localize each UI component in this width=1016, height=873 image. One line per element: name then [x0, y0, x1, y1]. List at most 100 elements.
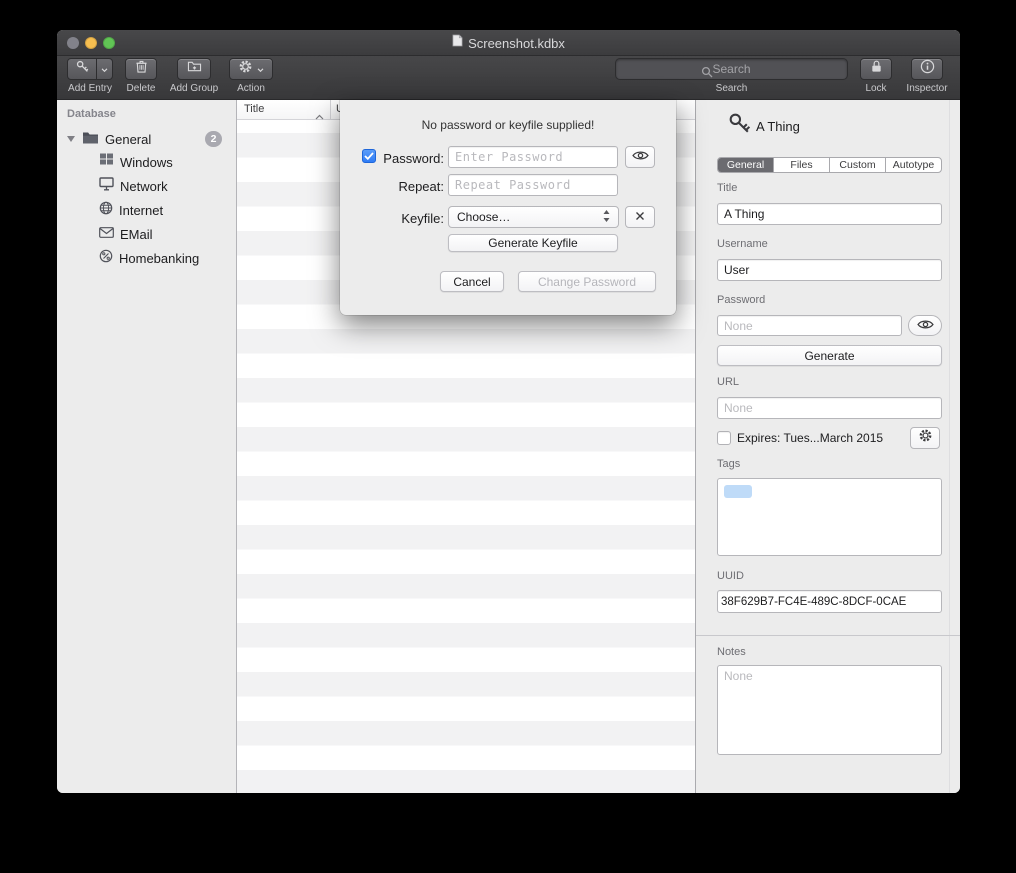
minimize-button[interactable] [85, 37, 97, 49]
url-input[interactable] [717, 397, 942, 419]
title-input[interactable] [717, 203, 942, 225]
sidebar-item-network[interactable]: Network [57, 174, 236, 198]
close-icon [635, 208, 645, 226]
inspector-divider [696, 635, 960, 636]
password-checkbox[interactable] [362, 149, 376, 163]
popup-stepper-icon [603, 210, 610, 225]
inspector-scrollbar-track[interactable] [949, 100, 950, 793]
change-password-button[interactable]: Change Password [518, 271, 656, 292]
title-field-label: Title [717, 182, 737, 194]
add-group-toolbar-item: Add Group [165, 58, 223, 94]
lock-label: Lock [856, 83, 896, 94]
generate-password-button[interactable]: Generate [717, 345, 942, 366]
search-toolbar-item: Search [615, 58, 848, 94]
username-input[interactable] [717, 259, 942, 281]
generate-label: Generate [804, 349, 854, 363]
change-password-sheet: No password or keyfile supplied! Passwor… [340, 100, 676, 315]
expires-label: Expires: Tues...March 2015 [737, 431, 883, 445]
notes-textarea[interactable] [717, 665, 942, 755]
info-icon [920, 59, 935, 79]
disclosure-triangle-icon[interactable] [67, 136, 75, 142]
search-input[interactable] [615, 58, 848, 80]
window-title: Screenshot.kdbx [468, 36, 565, 51]
uuid-field-label: UUID [717, 570, 744, 582]
lock-toolbar-item: Lock [856, 58, 896, 94]
action-toolbar-item: Action [227, 58, 275, 94]
key-icon [75, 59, 90, 79]
reveal-password-button[interactable] [908, 315, 942, 336]
keyfile-popup[interactable]: Choose… [448, 206, 619, 228]
inspector-label: Inspector [899, 83, 955, 94]
cancel-button[interactable]: Cancel [440, 271, 504, 292]
sidebar-item-email[interactable]: EMail [57, 222, 236, 246]
generate-keyfile-button[interactable]: Generate Keyfile [448, 234, 618, 252]
sheet-message: No password or keyfile supplied! [340, 118, 676, 132]
url-field-label: URL [717, 376, 739, 388]
homebanking-icon [99, 249, 113, 268]
gear-icon [238, 59, 253, 79]
sidebar-item-internet[interactable]: Internet [57, 198, 236, 222]
repeat-password-input[interactable] [448, 174, 618, 196]
expires-checkbox[interactable] [717, 431, 731, 445]
keyfile-field-label: Keyfile: [380, 211, 444, 226]
toolbar: Add Entry Delete Add Group Action Search [57, 56, 960, 100]
sidebar-section-header: Database [67, 108, 116, 120]
close-button[interactable] [67, 37, 79, 49]
cancel-label: Cancel [453, 275, 490, 289]
change-password-label: Change Password [538, 275, 636, 289]
password-input[interactable] [448, 146, 618, 168]
expires-settings-button[interactable] [910, 427, 940, 449]
zoom-button[interactable] [103, 37, 115, 49]
sidebar-item-label: Network [120, 179, 168, 194]
tab-custom[interactable]: Custom [830, 158, 886, 172]
add-entry-toolbar-item: Add Entry [65, 58, 115, 94]
add-group-icon [187, 60, 202, 78]
entry-title-heading: A Thing [756, 119, 800, 134]
sidebar: Database General 2 Windows Network Inter… [57, 100, 237, 793]
column-header-title[interactable]: Title [244, 103, 264, 115]
chevron-down-icon [101, 60, 108, 78]
check-icon [364, 147, 374, 165]
keyfile-popup-value: Choose… [457, 210, 510, 224]
sidebar-item-general[interactable]: General 2 [57, 127, 236, 151]
lock-button[interactable] [860, 58, 892, 80]
tag-pill[interactable] [724, 485, 752, 498]
internet-icon [99, 201, 113, 220]
inspector-panel: A Thing General Files Custom Autotype Ti… [695, 100, 960, 793]
entry-count-badge: 2 [205, 131, 222, 147]
action-button[interactable] [229, 58, 273, 80]
uuid-input[interactable] [717, 590, 942, 613]
add-entry-dropdown-button[interactable] [97, 58, 113, 80]
clear-keyfile-button[interactable] [625, 206, 655, 228]
tab-autotype[interactable]: Autotype [886, 158, 941, 172]
tab-general[interactable]: General [718, 158, 774, 172]
inspector-button[interactable] [911, 58, 943, 80]
tags-field-label: Tags [717, 458, 740, 470]
generate-keyfile-label: Generate Keyfile [488, 236, 577, 250]
column-divider[interactable] [330, 100, 331, 120]
action-label: Action [227, 83, 275, 94]
inspector-password-input[interactable] [717, 315, 902, 336]
sidebar-item-label: Windows [120, 155, 173, 170]
folder-icon [82, 130, 99, 149]
delete-button[interactable] [125, 58, 157, 80]
tab-files[interactable]: Files [774, 158, 830, 172]
gear-icon [918, 428, 933, 448]
eye-icon [917, 317, 934, 335]
sidebar-item-windows[interactable]: Windows [57, 150, 236, 174]
trash-icon [135, 59, 148, 79]
app-window: Screenshot.kdbx Add Entry Delete [57, 30, 960, 793]
add-entry-button[interactable] [67, 58, 97, 80]
add-group-button[interactable] [177, 58, 211, 80]
titlebar: Screenshot.kdbx [57, 30, 960, 56]
reveal-password-button[interactable] [625, 146, 655, 168]
delete-label: Delete [121, 83, 161, 94]
tags-box[interactable] [717, 478, 942, 556]
email-icon [99, 225, 114, 243]
sidebar-item-homebanking[interactable]: Homebanking [57, 246, 236, 270]
repeat-field-label: Repeat: [380, 179, 444, 194]
inspector-tabs: General Files Custom Autotype [717, 157, 942, 173]
desktop: { "window": { "title": "Screenshot.kdbx"… [0, 0, 1016, 873]
delete-toolbar-item: Delete [121, 58, 161, 94]
sidebar-item-label: Internet [119, 203, 163, 218]
